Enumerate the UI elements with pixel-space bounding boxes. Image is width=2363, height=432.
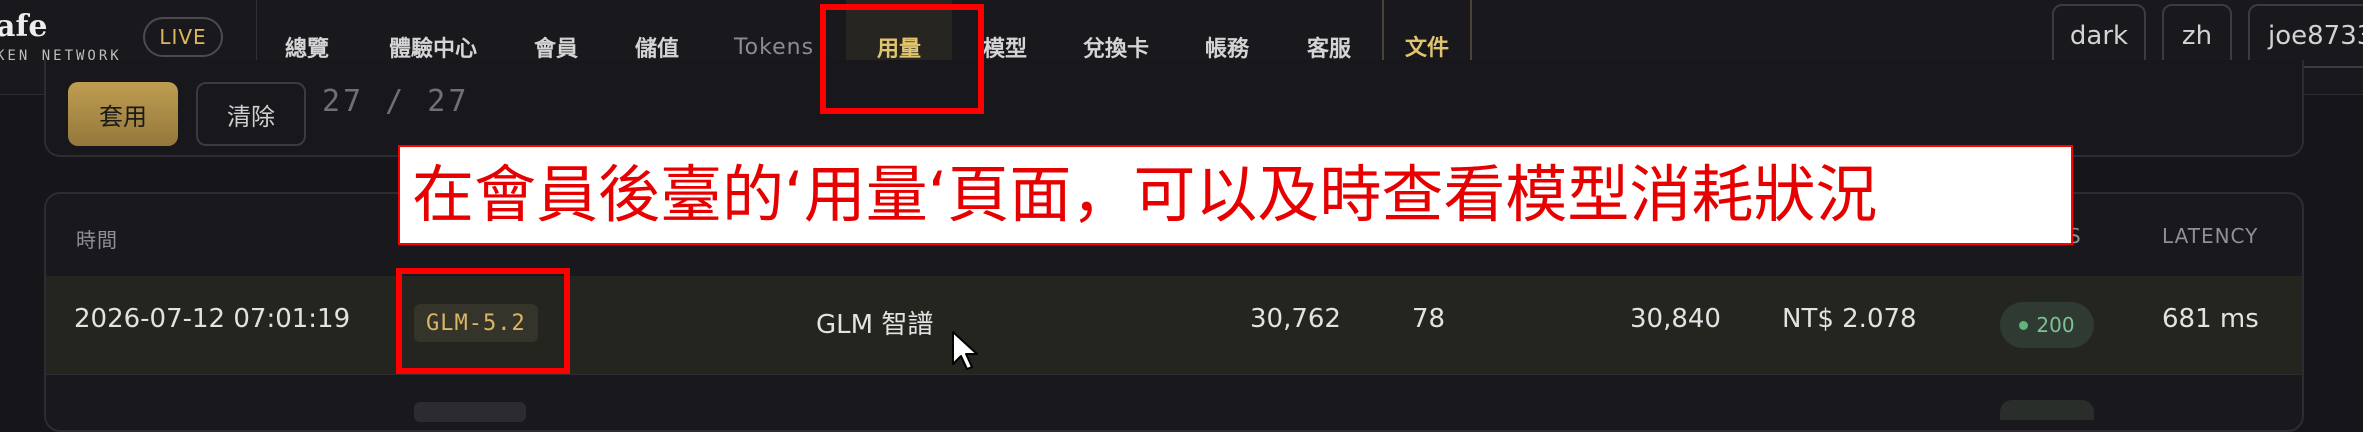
column-header-latency: LATENCY <box>2162 224 2259 248</box>
cell-cost: NT$ 2.078 <box>1782 304 1917 334</box>
table-row[interactable] <box>46 374 2302 415</box>
cell-provider: GLM 智譜 <box>816 310 934 340</box>
status-badge-partial <box>2000 400 2094 420</box>
theme-toggle-button[interactable]: dark <box>2052 4 2146 68</box>
mouse-cursor-icon <box>952 331 978 370</box>
language-button[interactable]: zh <box>2162 4 2232 68</box>
usage-tab-highlight <box>820 4 984 114</box>
apply-filter-button[interactable]: 套用 <box>68 82 178 146</box>
page-counter: 27 / 27 <box>322 84 470 119</box>
cell-input-tokens: 30,762 <box>1250 304 1341 334</box>
clear-filter-button[interactable]: 清除 <box>196 82 306 146</box>
cell-latency: 681 ms <box>2162 304 2259 334</box>
status-dot-icon <box>2019 320 2029 330</box>
status-badge: 200 <box>2000 302 2094 348</box>
model-tag-highlight <box>396 268 570 374</box>
cell-output-tokens: 78 <box>1412 304 1446 334</box>
annotation-callout: 在會員後臺的‘用量‘頁面，可以及時查看模型消耗狀況 <box>398 145 2073 245</box>
live-badge: LIVE <box>143 17 223 57</box>
cell-time: 2026-07-12 07:01:19 <box>74 304 351 334</box>
status-code: 200 <box>2036 313 2075 337</box>
model-tag-partial <box>414 402 526 422</box>
table-row[interactable] <box>46 276 2302 374</box>
cell-total-tokens: 30,840 <box>1630 304 1721 334</box>
brand-logo[interactable]: afe KEN NETWORK <box>0 9 122 65</box>
brand-name: afe <box>0 9 48 44</box>
user-menu-button[interactable]: joe8733 <box>2248 4 2363 68</box>
column-header-time: 時間 <box>76 228 118 252</box>
